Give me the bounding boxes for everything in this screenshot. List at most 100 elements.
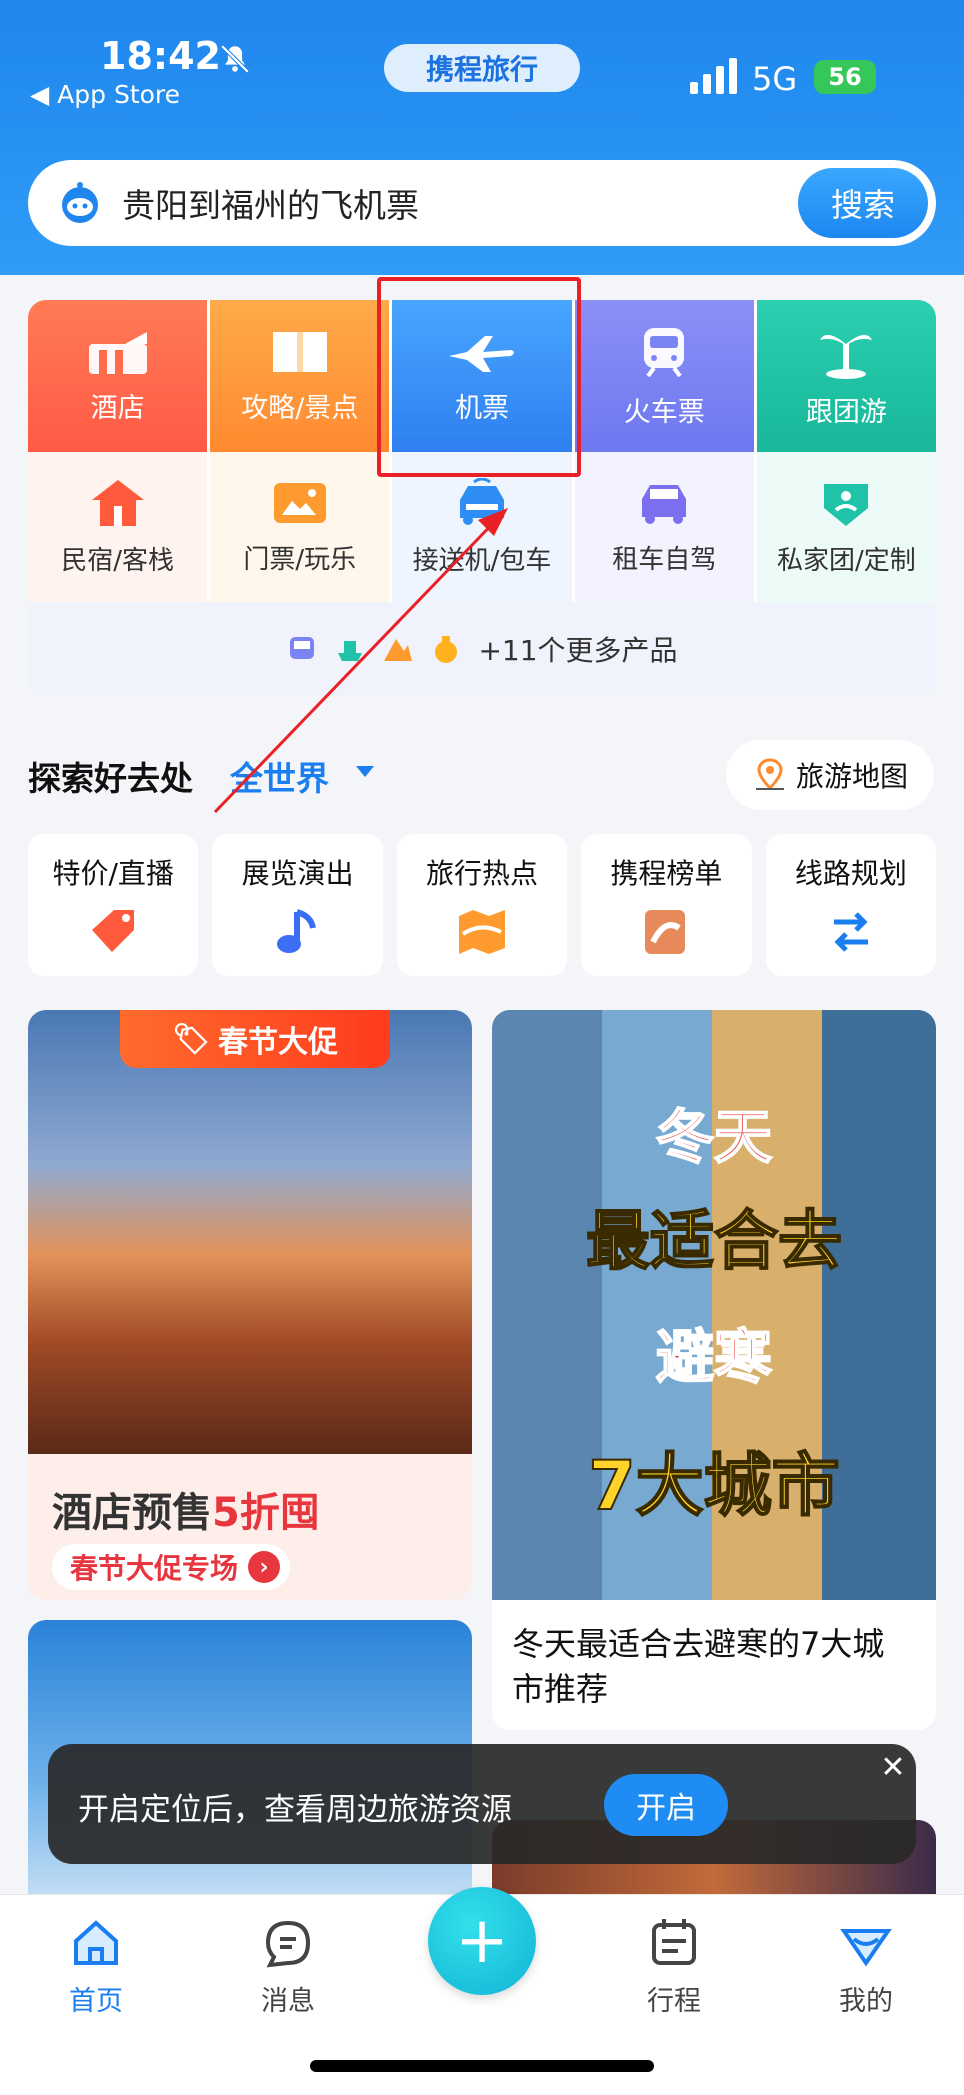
guide-book-icon (272, 331, 327, 372)
quick-link-deals[interactable]: 特价/直播 (28, 834, 199, 976)
home-icon (74, 1920, 118, 1965)
back-to-app-store[interactable]: ◀ App Store (30, 80, 180, 109)
ranking-icon (645, 910, 686, 954)
service-label: 接送机/包车 (412, 545, 552, 576)
service-train[interactable]: 火车票 (574, 300, 754, 452)
close-icon[interactable]: ✕ (870, 1744, 916, 1790)
route-icon (833, 912, 868, 952)
service-tickets[interactable]: 门票/玩乐 (210, 452, 390, 602)
travel-map-label: 旅游地图 (795, 760, 908, 793)
travel-map-button[interactable]: 旅游地图 (726, 740, 934, 810)
chevron-down-icon[interactable] (356, 766, 374, 777)
quick-link-label: 线路规划 (794, 857, 907, 890)
music-note-icon (276, 909, 316, 953)
money-bag-icon (435, 636, 458, 663)
location-toast: 开启定位后，查看周边旅游资源 开启 ✕ (48, 1744, 916, 1864)
quick-link-label: 展览演出 (241, 857, 354, 890)
status-bar: 18:42 ◀ App Store 携程旅行 5G 56 (0, 0, 964, 110)
promo-tag-label: 春节大促 (218, 1025, 339, 1060)
rental-car-icon (642, 484, 687, 524)
tab-itinerary[interactable]: 行程 (614, 1915, 734, 2018)
presale-text: 酒店预售 (52, 1490, 212, 1536)
discount-text: 5折囤 (212, 1490, 320, 1536)
feed-card-winter-cities[interactable]: 冬天 最适合去 避寒 7大城市 冬天最适合去避寒的7大城市推荐 (492, 1010, 936, 1730)
quick-link-hotspots[interactable]: 旅行热点 (396, 834, 568, 976)
toast-message: 开启定位后，查看周边旅游资源 (78, 1792, 512, 1828)
service-guide[interactable]: 攻略/景点 (210, 300, 390, 452)
enable-location-button[interactable]: 开启 (604, 1774, 728, 1836)
presale-headline: 酒店预售5折囤 (52, 1480, 320, 1538)
network-type: 5G (752, 60, 798, 98)
service-label: 民宿/客栈 (61, 545, 174, 576)
tab-profile[interactable]: 我的 (806, 1915, 926, 2018)
overlay-text-2: 最适合去 (585, 1204, 843, 1280)
profile-diamond-icon (840, 1929, 892, 1967)
bell-muted-icon (220, 44, 250, 74)
map-pin-icon (755, 758, 784, 791)
promo-link-button[interactable]: 春节大促专场 › (52, 1544, 291, 1590)
custom-tour-icon (824, 483, 869, 526)
chevron-right-icon: › (248, 1551, 281, 1583)
calendar-icon (652, 1919, 696, 1965)
more-products-button[interactable]: +11个更多产品 (28, 602, 936, 696)
price-tag-icon (92, 910, 135, 952)
brand-name: 携程旅行 (425, 53, 538, 86)
explore-title: 探索好去处 (28, 759, 193, 798)
cellular-signal-icon (690, 58, 737, 94)
promo-tag: 🏷 春节大促 (120, 1010, 390, 1068)
tab-home[interactable]: 首页 (36, 1915, 156, 2018)
overlay-text-4: 7大城市 (587, 1446, 840, 1527)
house-icon (91, 479, 144, 526)
message-icon (265, 1920, 311, 1968)
tab-label: 我的 (839, 1986, 893, 2017)
service-label: 门票/玩乐 (243, 544, 357, 575)
quick-link-label: 特价/直播 (52, 857, 174, 890)
cruise-icon (338, 641, 363, 661)
flight-highlight-box (377, 277, 581, 477)
promo-link-label: 春节大促专场 (70, 1552, 239, 1585)
tab-label: 行程 (647, 1986, 701, 2017)
service-label: 攻略/景点 (241, 392, 359, 424)
overlay-text-3: 避寒 (655, 1322, 773, 1392)
feed-card-spring-sale[interactable]: 🏷 春节大促 酒店预售5折囤 春节大促专场 › (28, 1010, 472, 1600)
hot-map-icon (459, 910, 506, 954)
quick-link-route[interactable]: 线路规划 (765, 834, 937, 976)
overlay-text-1: 冬天 (655, 1102, 773, 1172)
search-bar[interactable]: 贵阳到福州的飞机票 搜索 (28, 160, 936, 246)
search-button[interactable]: 搜索 (798, 168, 928, 238)
quick-link-label: 旅行热点 (426, 857, 539, 890)
service-car-rental[interactable]: 租车自驾 (574, 452, 754, 602)
service-private-tour[interactable]: 私家团/定制 (756, 452, 936, 602)
service-label: 租车自驾 (612, 544, 717, 575)
status-time: 18:42 (100, 34, 221, 78)
tab-messages[interactable]: 消息 (228, 1915, 348, 2018)
bus-icon (290, 637, 315, 659)
region-selector[interactable]: 全世界 (230, 752, 329, 800)
home-indicator (310, 2060, 654, 2072)
quick-link-label: 携程榜单 (610, 857, 723, 890)
service-label: 火车票 (623, 396, 705, 428)
service-homestay[interactable]: 民宿/客栈 (28, 452, 208, 602)
quick-link-shows[interactable]: 展览演出 (212, 834, 383, 976)
palm-tree-icon (820, 334, 873, 379)
search-input[interactable]: 贵阳到福州的飞机票 (122, 179, 798, 227)
service-label: 私家团/定制 (777, 545, 916, 576)
service-group-tour[interactable]: 跟团游 (756, 300, 936, 452)
water-town-photo (28, 1010, 472, 1454)
service-hotel[interactable]: 酒店 (28, 300, 208, 452)
tag-icon: 🏷 (171, 1021, 211, 1057)
quick-links: 特价/直播 展览演出 旅行热点 携程榜单 线路规划 (28, 834, 937, 976)
mountain-icon (384, 639, 413, 661)
tab-label: 首页 (69, 1986, 123, 2017)
tab-label: 消息 (261, 1986, 315, 2017)
brand-logo: 携程旅行 (384, 44, 580, 92)
service-label: 跟团游 (805, 396, 887, 428)
service-label: 酒店 (90, 392, 145, 424)
more-products-label: +11个更多产品 (478, 634, 678, 667)
card-caption: 冬天最适合去避寒的7大城市推荐 (512, 1625, 885, 1708)
quick-link-rankings[interactable]: 携程榜单 (581, 834, 752, 976)
transfer-car-icon (460, 477, 504, 525)
add-button[interactable]: + (428, 1887, 536, 1995)
mascot-icon (62, 182, 98, 223)
ticket-icon (273, 482, 326, 523)
